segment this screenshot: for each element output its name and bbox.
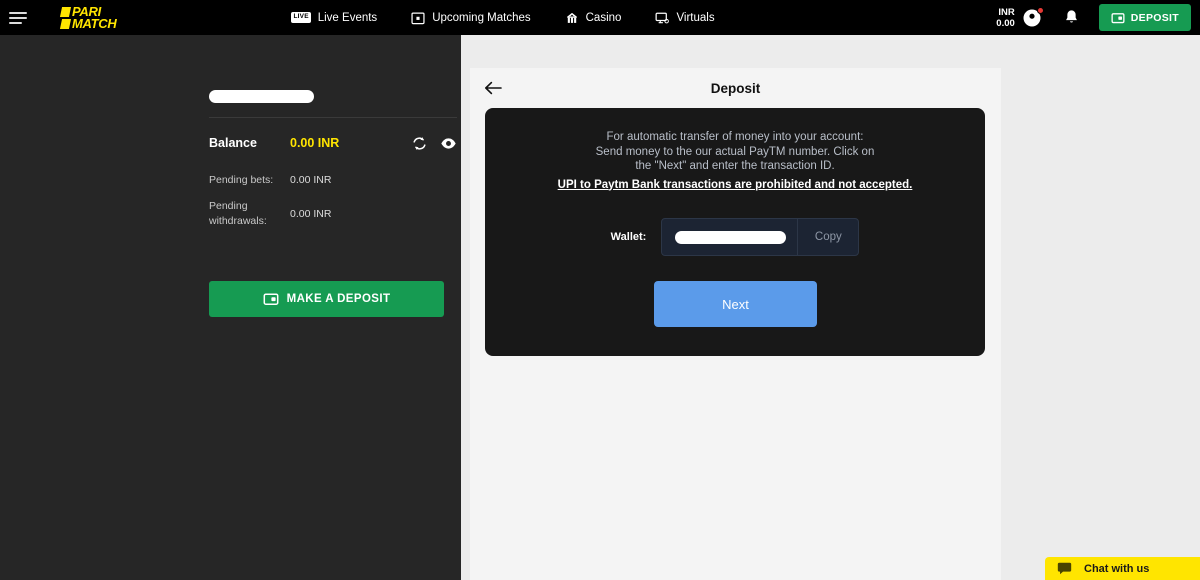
- currency-amount: 0.00: [996, 17, 1015, 29]
- refresh-icon[interactable]: [411, 135, 428, 152]
- pending-withdrawals-value: 0.00 INR: [290, 208, 332, 220]
- top-header: PARI MATCH LIVE Live Events Upcoming Mat…: [0, 0, 1200, 35]
- balance-value: 0.00 INR: [290, 136, 340, 150]
- info-line-1: For automatic transfer of money into you…: [606, 131, 864, 143]
- deposit-instructions-panel: For automatic transfer of money into you…: [485, 108, 985, 356]
- live-badge-icon: LIVE: [291, 12, 311, 23]
- balance-actions: [411, 135, 457, 152]
- currency-code: INR: [998, 6, 1015, 18]
- notification-dot-badge: [1036, 6, 1044, 14]
- logo-slab-icon: [59, 6, 72, 17]
- nav-item-casino[interactable]: Casino: [565, 11, 622, 25]
- nav-label-virtuals: Virtuals: [676, 11, 715, 24]
- pending-bets-value: 0.00 INR: [290, 174, 332, 186]
- make-a-deposit-label: MAKE A DEPOSIT: [286, 293, 391, 305]
- casino-icon: [566, 12, 577, 23]
- wallet-icon: [1111, 12, 1125, 23]
- wallet-label: Wallet:: [610, 231, 647, 243]
- wallet-icon: [263, 293, 279, 305]
- deposit-warning-text: UPI to Paytm Bank transactions are prohi…: [557, 178, 913, 191]
- nav-label-live-events: Live Events: [317, 11, 378, 24]
- eye-icon[interactable]: [440, 135, 457, 152]
- logo-line-1: PARI: [59, 3, 116, 19]
- balance-label: Balance: [209, 136, 257, 150]
- username-redacted: [209, 90, 314, 103]
- monitor-icon: [655, 12, 670, 23]
- user-account-icon[interactable]: [1022, 6, 1044, 28]
- deposit-button[interactable]: DEPOSIT: [1098, 4, 1191, 31]
- parimatch-logo[interactable]: PARI MATCH: [59, 3, 117, 31]
- next-button-label: Next: [722, 296, 749, 312]
- copy-button[interactable]: Copy: [798, 231, 858, 243]
- bell-icon[interactable]: [1064, 9, 1079, 26]
- deposit-card-header: Deposit: [470, 68, 1001, 108]
- chat-bubble-icon: [1057, 562, 1072, 575]
- chat-widget[interactable]: Chat with us: [1045, 557, 1200, 580]
- wallet-row: Wallet: Copy: [485, 218, 985, 256]
- header-right-controls: INR 0.00 DEPOSIT: [996, 0, 1200, 35]
- wallet-number-field[interactable]: Copy: [661, 218, 860, 256]
- pending-bets-label: Pending bets:: [209, 173, 274, 186]
- nav-item-upcoming-matches[interactable]: Upcoming Matches: [411, 11, 531, 25]
- next-button[interactable]: Next: [654, 281, 817, 327]
- currency-balance: INR 0.00: [996, 7, 1015, 29]
- nav-item-live-events[interactable]: LIVE Live Events: [291, 12, 377, 24]
- nav-label-casino: Casino: [585, 11, 622, 24]
- sidebar-divider: [209, 117, 457, 118]
- deposit-button-label: DEPOSIT: [1130, 11, 1179, 24]
- nav-item-virtuals[interactable]: Virtuals: [655, 11, 715, 25]
- logo-line-2: MATCH: [59, 15, 117, 31]
- chat-widget-label: Chat with us: [1084, 562, 1150, 575]
- make-a-deposit-button[interactable]: MAKE A DEPOSIT: [209, 281, 444, 317]
- calendar-icon: [411, 11, 425, 24]
- nav-label-upcoming-matches: Upcoming Matches: [432, 11, 531, 24]
- hamburger-menu-icon[interactable]: [9, 11, 27, 24]
- logo-slab-icon: [59, 18, 72, 29]
- logo-text-match: MATCH: [72, 15, 117, 31]
- pending-withdrawals-label: Pending withdrawals:: [209, 200, 267, 227]
- main-navigation: LIVE Live Events Upcoming Matches Casino: [291, 11, 715, 25]
- info-line-3: the "Next" and enter the transaction ID.: [635, 160, 835, 172]
- deposit-card: Deposit For automatic transfer of money …: [470, 68, 1001, 580]
- account-sidebar: Balance 0.00 INR Pending bets: 0.00 INR …: [0, 35, 461, 580]
- pending-withdrawals-row: Pending withdrawals: 0.00 INR: [209, 198, 457, 230]
- wallet-number-redacted: [675, 230, 787, 244]
- logo-text-pari: PARI: [72, 3, 101, 19]
- info-line-2: Send money to the our actual PayTM numbe…: [595, 145, 875, 158]
- pending-bets-row: Pending bets: 0.00 INR: [209, 172, 457, 188]
- page-title: Deposit: [710, 80, 761, 96]
- deposit-info-text: For automatic transfer of money into you…: [525, 130, 945, 192]
- back-arrow-icon[interactable]: [483, 78, 503, 98]
- balance-row: Balance 0.00 INR: [209, 131, 457, 155]
